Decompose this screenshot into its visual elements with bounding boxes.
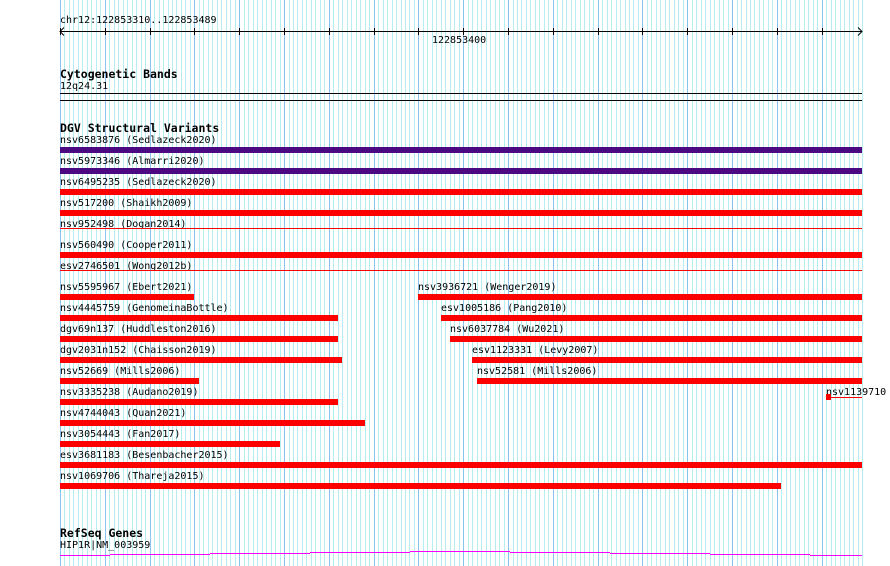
gene-model[interactable]: [0, 0, 890, 566]
